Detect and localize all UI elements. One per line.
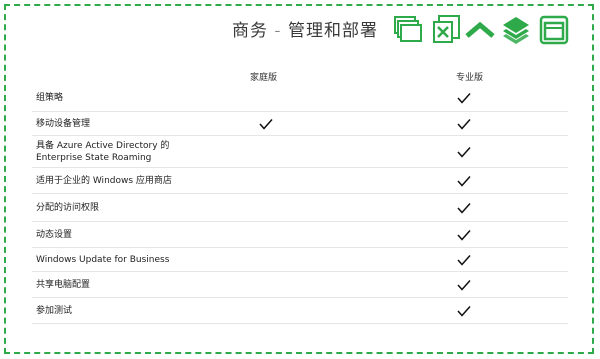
pro-checkmark-icon [456, 144, 472, 160]
table-row: 组策略 [32, 84, 568, 112]
table-row: 移动设备管理 [32, 112, 568, 136]
pro-checkmark-icon [456, 90, 472, 106]
pro-checkmark-icon [456, 277, 472, 293]
table-row: 共享电脑配置 [32, 272, 568, 298]
table-row: 参加测试 [32, 298, 568, 324]
column-header-home: 家庭版 [250, 73, 278, 83]
feature-label: Windows Update for Business [36, 255, 170, 265]
pro-checkmark-icon [456, 227, 472, 243]
pro-checkmark-icon [456, 252, 472, 268]
table-row: 具备 Azure Active Directory 的 Enterprise S… [32, 136, 568, 168]
feature-label: 动态设置 [36, 230, 73, 240]
page-title: 商务 - 管理和部署 [232, 21, 378, 41]
table-row: 适用于企业的 Windows 应用商店 [32, 168, 568, 194]
excel-close-icon [430, 14, 462, 46]
feature-label: 组策略 [36, 93, 64, 103]
feature-label: 具备 Azure Active Directory 的 Enterprise S… [36, 141, 170, 163]
app-window-icon [538, 14, 570, 46]
pro-checkmark-icon [456, 200, 472, 216]
home-checkmark-icon [258, 116, 274, 132]
pro-checkmark-icon [456, 173, 472, 189]
pro-checkmark-icon [456, 303, 472, 319]
chevron-up-icon [464, 14, 496, 46]
pro-checkmark-icon [456, 116, 472, 132]
feature-label: 分配的访问权限 [36, 203, 100, 213]
table-row: 分配的访问权限 [32, 194, 568, 222]
feature-label: 移动设备管理 [36, 119, 91, 129]
feature-table: 组策略移动设备管理具备 Azure Active Directory 的 Ent… [32, 84, 568, 324]
layers-icon [500, 14, 532, 46]
feature-label: 共享电脑配置 [36, 280, 91, 290]
table-row: Windows Update for Business [32, 248, 568, 272]
column-header-pro: 专业版 [456, 73, 484, 83]
windows-stack-icon [392, 14, 424, 46]
feature-label: 适用于企业的 Windows 应用商店 [36, 176, 172, 186]
table-row: 动态设置 [32, 222, 568, 248]
feature-label: 参加测试 [36, 306, 73, 316]
